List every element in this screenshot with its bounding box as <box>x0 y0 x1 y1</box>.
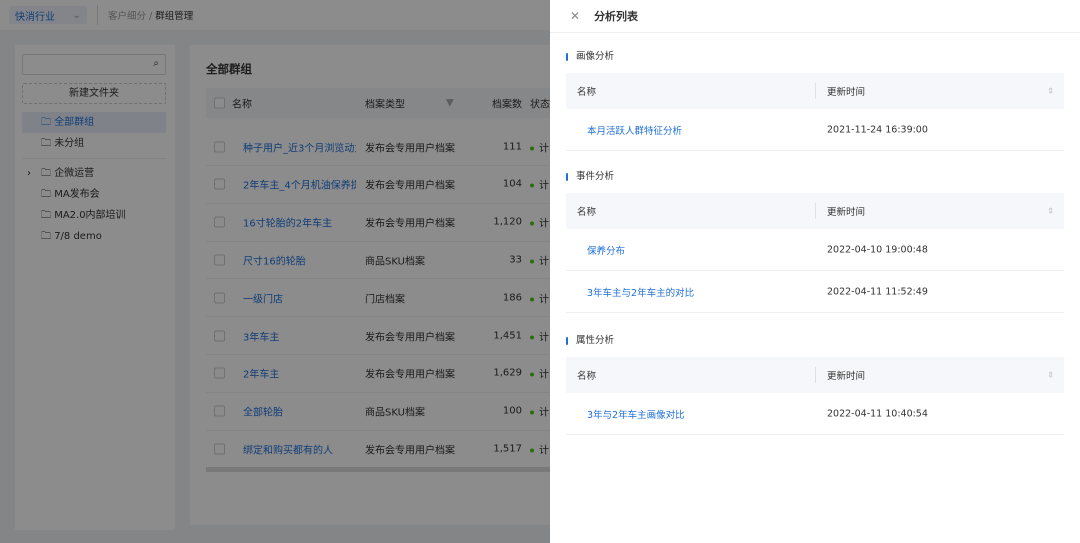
table-header: 名称 更新时间 ⇕ <box>566 357 1064 393</box>
analysis-link[interactable]: 3年车主与2年车主的对比 <box>587 285 694 299</box>
analysis-section: 事件分析名称 更新时间 ⇕ 保养分布 2022-04-10 19:00:48 3年车主与2… <box>566 170 1064 313</box>
sort-icon[interactable]: ⇕ <box>1047 87 1054 96</box>
analysis-link[interactable]: 本月活跃人群特征分析 <box>587 123 682 137</box>
table-header: 名称 更新时间 ⇕ <box>566 73 1064 109</box>
column-name: 名称 <box>577 371 597 382</box>
analysis-link[interactable]: 3年与2年车主画像对比 <box>587 407 685 421</box>
divider <box>815 203 816 219</box>
divider <box>815 367 816 383</box>
sort-icon[interactable]: ⇕ <box>1047 207 1054 216</box>
table-row: 本月活跃人群特征分析 2021-11-24 16:39:00 <box>566 109 1064 151</box>
drawer-title: 分析列表 <box>594 10 639 23</box>
column-time[interactable]: 更新时间 <box>827 368 865 382</box>
analysis-drawer: ✕ 分析列表 画像分析 名称 更新时间 ⇕ 本月活跃人群特征分析 2021-11-24 1… <box>550 0 1080 543</box>
update-time: 2021-11-24 16:39:00 <box>827 124 928 135</box>
drawer-header: ✕ 分析列表 <box>550 0 1080 33</box>
section-title: 画像分析 <box>566 50 1064 64</box>
section-title: 事件分析 <box>566 170 1064 184</box>
table-row: 3年与2年车主画像对比 2022-04-11 10:40:54 <box>566 393 1064 435</box>
close-icon[interactable]: ✕ <box>570 9 580 23</box>
analysis-section: 画像分析名称 更新时间 ⇕ 本月活跃人群特征分析 2021-11-24 16:39:00 <box>566 50 1064 151</box>
column-name: 名称 <box>577 207 597 218</box>
table-header: 名称 更新时间 ⇕ <box>566 193 1064 229</box>
sort-icon[interactable]: ⇕ <box>1047 371 1054 380</box>
divider <box>815 83 816 99</box>
update-time: 2022-04-10 19:00:48 <box>827 244 928 255</box>
column-time[interactable]: 更新时间 <box>827 204 865 218</box>
table-row: 3年车主与2年车主的对比 2022-04-11 11:52:49 <box>566 271 1064 313</box>
modal-mask[interactable] <box>0 0 550 543</box>
table-row: 保养分布 2022-04-10 19:00:48 <box>566 229 1064 271</box>
update-time: 2022-04-11 10:40:54 <box>827 408 928 419</box>
analysis-section: 属性分析名称 更新时间 ⇕ 3年与2年车主画像对比 2022-04-11 10:40:5… <box>566 334 1064 435</box>
column-time[interactable]: 更新时间 <box>827 84 865 98</box>
section-title: 属性分析 <box>566 334 1064 348</box>
column-name: 名称 <box>577 87 597 98</box>
update-time: 2022-04-11 11:52:49 <box>827 286 928 297</box>
analysis-link[interactable]: 保养分布 <box>587 243 625 257</box>
